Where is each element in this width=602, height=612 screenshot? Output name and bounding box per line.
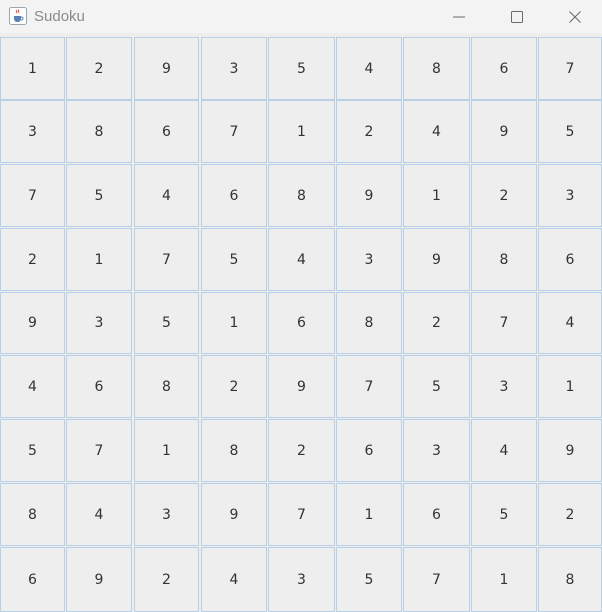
window-title: Sudoku xyxy=(34,8,85,25)
sudoku-cell-r9-c3[interactable]: 2 xyxy=(134,547,199,612)
sudoku-cell-r1-c4[interactable]: 3 xyxy=(201,37,267,100)
sudoku-cell-r2-c5[interactable]: 1 xyxy=(268,100,335,163)
sudoku-cell-r4-c7[interactable]: 9 xyxy=(403,228,470,291)
sudoku-cell-r5-c8[interactable]: 7 xyxy=(471,292,537,354)
sudoku-cell-r1-c5[interactable]: 5 xyxy=(268,37,335,100)
sudoku-cell-r3-c9[interactable]: 3 xyxy=(538,164,602,227)
java-cup-icon xyxy=(9,7,27,25)
sudoku-cell-r6-c8[interactable]: 3 xyxy=(471,355,537,418)
sudoku-cell-r7-c5[interactable]: 2 xyxy=(268,419,335,482)
sudoku-cell-r5-c6[interactable]: 8 xyxy=(336,292,402,354)
sudoku-cell-r2-c6[interactable]: 2 xyxy=(336,100,402,163)
sudoku-cell-r6-c7[interactable]: 5 xyxy=(403,355,470,418)
sudoku-cell-r9-c7[interactable]: 7 xyxy=(403,547,470,612)
sudoku-cell-r6-c5[interactable]: 9 xyxy=(268,355,335,418)
sudoku-cell-r1-c6[interactable]: 4 xyxy=(336,37,402,100)
sudoku-cell-r6-c6[interactable]: 7 xyxy=(336,355,402,418)
sudoku-cell-r4-c2[interactable]: 1 xyxy=(66,228,132,291)
sudoku-cell-r8-c7[interactable]: 6 xyxy=(403,483,470,546)
sudoku-cell-r7-c3[interactable]: 1 xyxy=(134,419,199,482)
sudoku-cell-r6-c4[interactable]: 2 xyxy=(201,355,267,418)
sudoku-cell-r8-c1[interactable]: 8 xyxy=(0,483,65,546)
sudoku-cell-r5-c4[interactable]: 1 xyxy=(201,292,267,354)
sudoku-cell-r9-c8[interactable]: 1 xyxy=(471,547,537,612)
sudoku-cell-r5-c2[interactable]: 3 xyxy=(66,292,132,354)
sudoku-cell-r2-c1[interactable]: 3 xyxy=(0,100,65,163)
close-icon xyxy=(569,10,581,23)
title-bar[interactable]: Sudoku xyxy=(0,0,602,33)
sudoku-cell-r8-c6[interactable]: 1 xyxy=(336,483,402,546)
sudoku-cell-r8-c3[interactable]: 3 xyxy=(134,483,199,546)
sudoku-cell-r9-c6[interactable]: 5 xyxy=(336,547,402,612)
sudoku-cell-r1-c2[interactable]: 2 xyxy=(66,37,132,100)
sudoku-cell-r5-c3[interactable]: 5 xyxy=(134,292,199,354)
sudoku-cell-r7-c7[interactable]: 3 xyxy=(403,419,470,482)
sudoku-cell-r7-c2[interactable]: 7 xyxy=(66,419,132,482)
sudoku-cell-r8-c2[interactable]: 4 xyxy=(66,483,132,546)
sudoku-cell-r4-c9[interactable]: 6 xyxy=(538,228,602,291)
sudoku-cell-r3-c5[interactable]: 8 xyxy=(268,164,335,227)
sudoku-cell-r6-c3[interactable]: 8 xyxy=(134,355,199,418)
sudoku-cell-r9-c1[interactable]: 6 xyxy=(0,547,65,612)
minimize-icon xyxy=(453,16,465,17)
sudoku-cell-r1-c3[interactable]: 9 xyxy=(134,37,199,100)
sudoku-cell-r6-c1[interactable]: 4 xyxy=(0,355,65,418)
sudoku-cell-r8-c8[interactable]: 5 xyxy=(471,483,537,546)
sudoku-cell-r8-c9[interactable]: 2 xyxy=(538,483,602,546)
sudoku-window: Sudoku 129354867386712495754689123217543… xyxy=(0,0,602,612)
sudoku-cell-r5-c5[interactable]: 6 xyxy=(268,292,335,354)
sudoku-cell-r1-c8[interactable]: 6 xyxy=(471,37,537,100)
sudoku-cell-r4-c5[interactable]: 4 xyxy=(268,228,335,291)
sudoku-cell-r9-c2[interactable]: 9 xyxy=(66,547,132,612)
sudoku-cell-r3-c7[interactable]: 1 xyxy=(403,164,470,227)
sudoku-cell-r1-c1[interactable]: 1 xyxy=(0,37,65,100)
sudoku-cell-r2-c3[interactable]: 6 xyxy=(134,100,199,163)
sudoku-cell-r6-c2[interactable]: 6 xyxy=(66,355,132,418)
sudoku-cell-r7-c9[interactable]: 9 xyxy=(538,419,602,482)
sudoku-cell-r4-c8[interactable]: 8 xyxy=(471,228,537,291)
maximize-button[interactable] xyxy=(488,0,546,33)
sudoku-cell-r7-c6[interactable]: 6 xyxy=(336,419,402,482)
sudoku-cell-r1-c9[interactable]: 7 xyxy=(538,37,602,100)
sudoku-cell-r3-c2[interactable]: 5 xyxy=(66,164,132,227)
sudoku-cell-r4-c3[interactable]: 7 xyxy=(134,228,199,291)
sudoku-grid: 1293548673867124957546891232175439869351… xyxy=(0,37,602,612)
sudoku-cell-r4-c1[interactable]: 2 xyxy=(0,228,65,291)
sudoku-cell-r3-c6[interactable]: 9 xyxy=(336,164,402,227)
sudoku-cell-r5-c1[interactable]: 9 xyxy=(0,292,65,354)
sudoku-cell-r2-c8[interactable]: 9 xyxy=(471,100,537,163)
maximize-icon xyxy=(511,10,523,23)
sudoku-cell-r2-c9[interactable]: 5 xyxy=(538,100,602,163)
sudoku-cell-r2-c2[interactable]: 8 xyxy=(66,100,132,163)
sudoku-cell-r7-c4[interactable]: 8 xyxy=(201,419,267,482)
minimize-button[interactable] xyxy=(430,0,488,33)
sudoku-cell-r3-c1[interactable]: 7 xyxy=(0,164,65,227)
sudoku-cell-r9-c5[interactable]: 3 xyxy=(268,547,335,612)
sudoku-cell-r7-c8[interactable]: 4 xyxy=(471,419,537,482)
sudoku-cell-r8-c4[interactable]: 9 xyxy=(201,483,267,546)
sudoku-cell-r3-c4[interactable]: 6 xyxy=(201,164,267,227)
sudoku-cell-r9-c9[interactable]: 8 xyxy=(538,547,602,612)
sudoku-cell-r1-c7[interactable]: 8 xyxy=(403,37,470,100)
sudoku-cell-r7-c1[interactable]: 5 xyxy=(0,419,65,482)
sudoku-cell-r3-c8[interactable]: 2 xyxy=(471,164,537,227)
sudoku-cell-r4-c4[interactable]: 5 xyxy=(201,228,267,291)
sudoku-cell-r5-c7[interactable]: 2 xyxy=(403,292,470,354)
sudoku-cell-r3-c3[interactable]: 4 xyxy=(134,164,199,227)
sudoku-cell-r4-c6[interactable]: 3 xyxy=(336,228,402,291)
sudoku-cell-r2-c4[interactable]: 7 xyxy=(201,100,267,163)
sudoku-cell-r5-c9[interactable]: 4 xyxy=(538,292,602,354)
sudoku-cell-r8-c5[interactable]: 7 xyxy=(268,483,335,546)
sudoku-cell-r9-c4[interactable]: 4 xyxy=(201,547,267,612)
sudoku-cell-r2-c7[interactable]: 4 xyxy=(403,100,470,163)
sudoku-cell-r6-c9[interactable]: 1 xyxy=(538,355,602,418)
close-button[interactable] xyxy=(546,0,602,33)
